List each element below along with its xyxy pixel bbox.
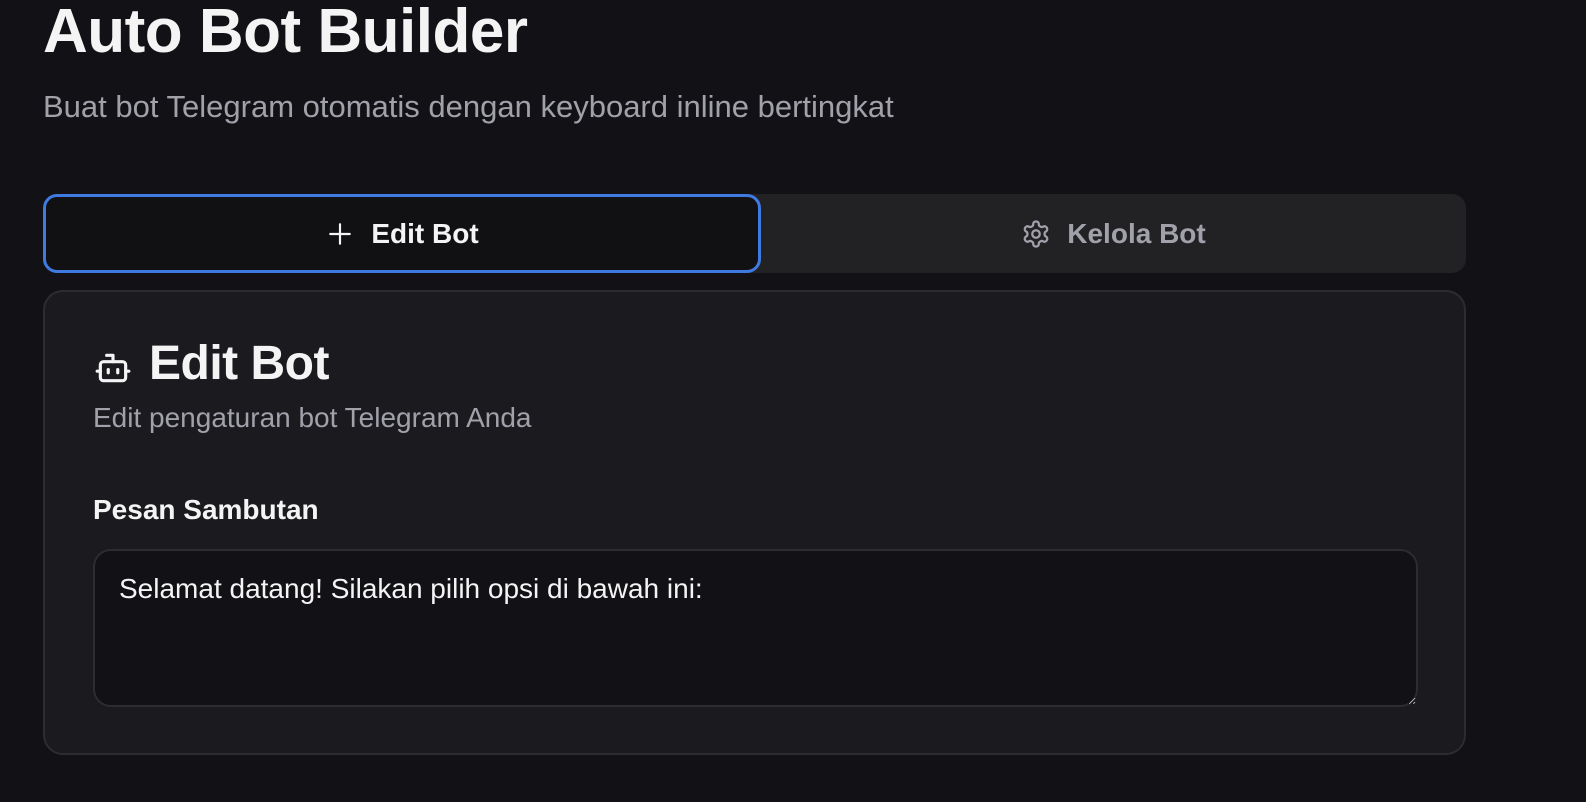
tab-list: Edit Bot Kelola Bot <box>43 194 1466 273</box>
edit-bot-card: Edit Bot Edit pengaturan bot Telegram An… <box>43 290 1466 755</box>
tab-edit-bot[interactable]: Edit Bot <box>43 194 761 273</box>
card-title: Edit Bot <box>149 337 329 390</box>
tab-kelola-bot[interactable]: Kelola Bot <box>761 194 1466 273</box>
tab-edit-bot-label: Edit Bot <box>371 217 479 249</box>
plus-icon <box>325 219 355 249</box>
gear-icon <box>1021 219 1051 249</box>
app-subtitle: Buat bot Telegram otomatis dengan keyboa… <box>43 89 894 124</box>
welcome-message-wrapper: Selamat datang! Silakan pilih opsi di ba… <box>93 549 1418 707</box>
card-header: Edit Bot <box>93 334 329 394</box>
page: Auto Bot Builder Buat bot Telegram otoma… <box>0 0 1586 802</box>
welcome-message-textarea[interactable]: Selamat datang! Silakan pilih opsi di ba… <box>93 549 1418 707</box>
app-title: Auto Bot Builder <box>43 0 528 66</box>
welcome-message-label: Pesan Sambutan <box>93 494 319 525</box>
tab-kelola-bot-label: Kelola Bot <box>1067 217 1206 249</box>
card-description: Edit pengaturan bot Telegram Anda <box>93 402 532 433</box>
bot-icon <box>93 348 133 388</box>
